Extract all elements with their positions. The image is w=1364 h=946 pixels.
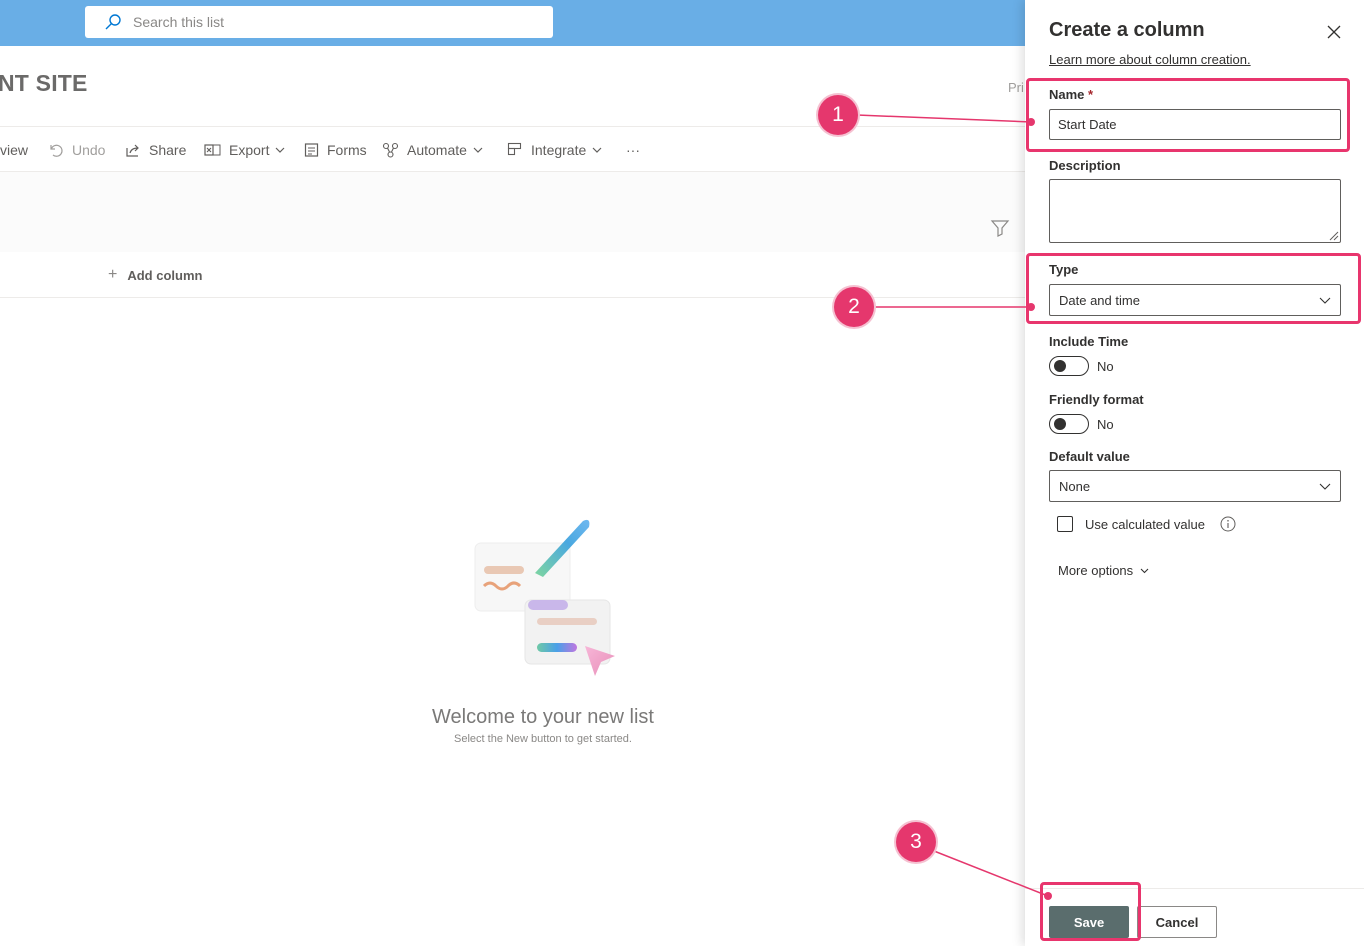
step-badge-1: 1 <box>818 95 858 135</box>
step-badge-3: 3 <box>896 822 936 862</box>
highlight-name-field <box>1026 78 1350 152</box>
highlight-type-field <box>1026 253 1361 324</box>
step-badge-2: 2 <box>834 287 874 327</box>
highlight-save-button <box>1040 882 1141 941</box>
